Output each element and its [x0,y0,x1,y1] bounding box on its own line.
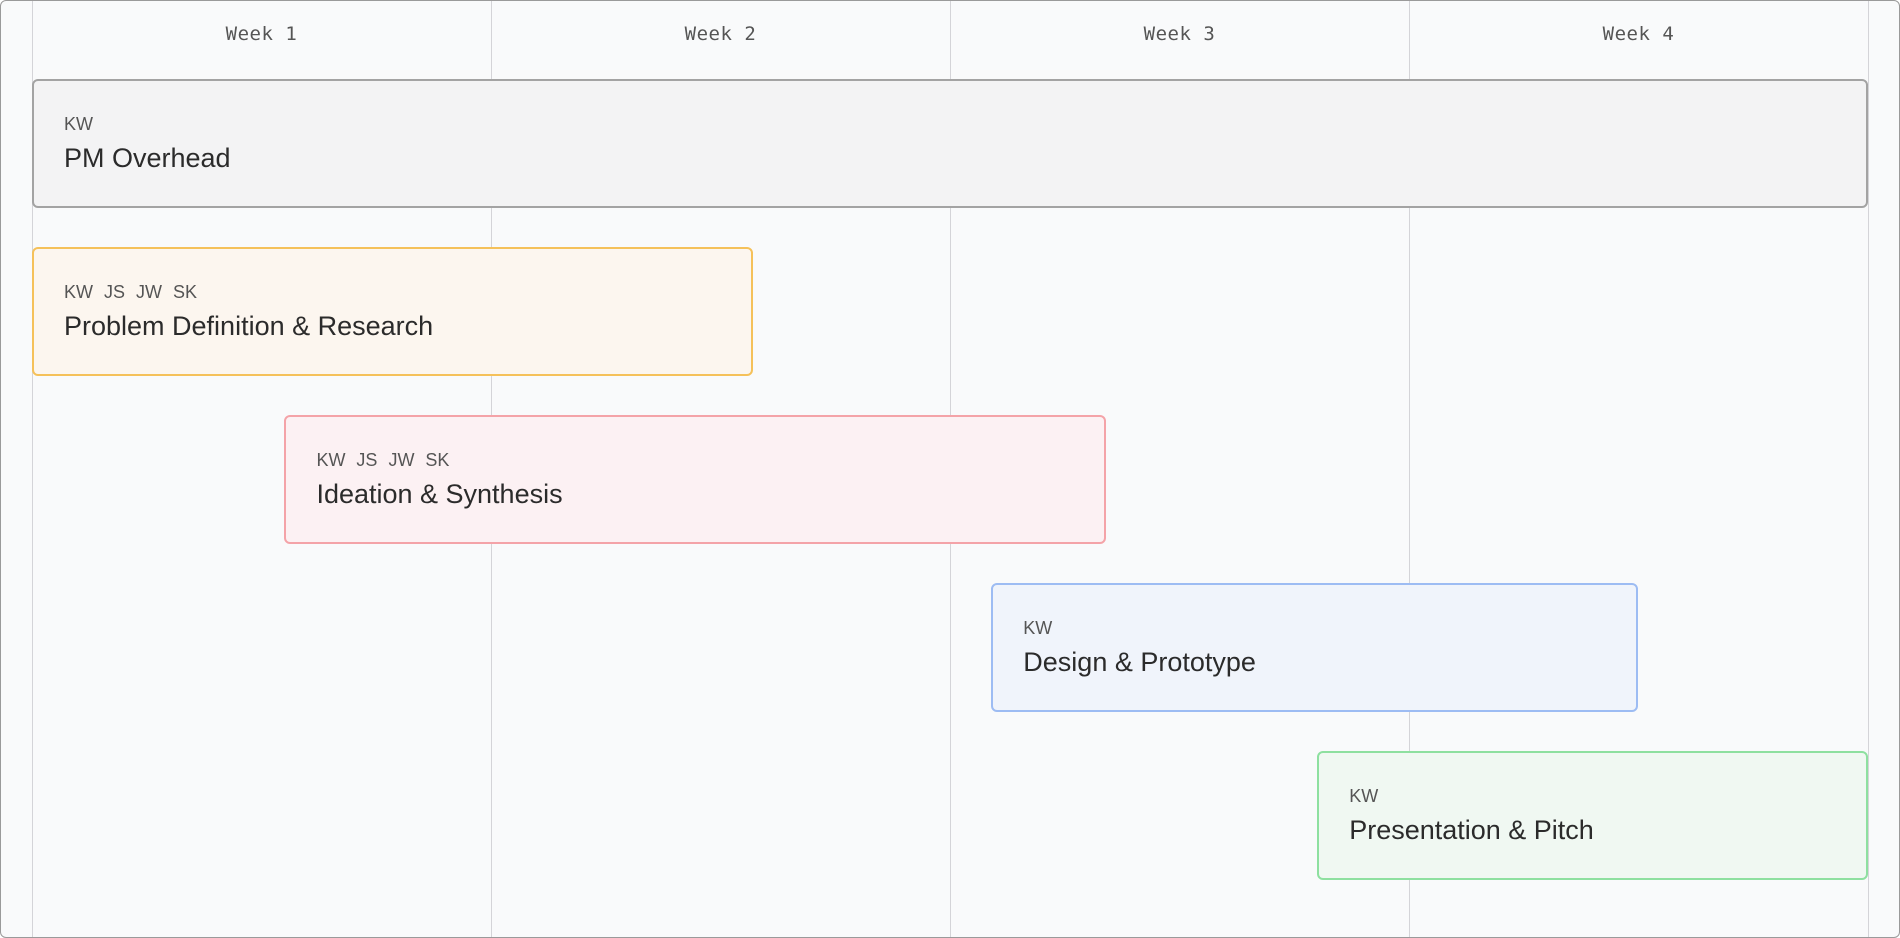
task-assignees: KW [64,114,93,134]
task-name: Ideation & Synthesis [316,479,563,509]
task-bar-presentation-pitch[interactable]: KW Presentation & Pitch [1317,751,1868,880]
task-bar-design-prototype[interactable]: KW Design & Prototype [991,583,1639,712]
gantt-chart: Week 1 Week 2 Week 3 Week 4 KW PM Overhe… [0,0,1900,938]
task-name: Problem Definition & Research [64,311,434,341]
task-name: Design & Prototype [1023,647,1256,677]
task-bar-pm-overhead[interactable]: KW PM Overhead [32,79,1868,208]
week-label-4: Week 4 [1602,23,1675,45]
task-name: Presentation & Pitch [1349,815,1594,845]
task-assignees: KW [1023,618,1053,638]
task-assignees: KW [1349,786,1379,806]
task-bar-problem-definition[interactable]: KW JS JW SK Problem Definition & Researc… [32,247,753,376]
task-assignees: KW JS JW SK [316,450,450,470]
grid-line-4 [1868,1,1869,937]
week-label-1: Week 1 [225,23,298,45]
task-assignees: KW JS JW SK [64,282,198,302]
week-label-3: Week 3 [1143,23,1216,45]
week-label-2: Week 2 [684,23,757,45]
task-name: PM Overhead [64,143,231,173]
task-bar-ideation[interactable]: KW JS JW SK Ideation & Synthesis [284,415,1107,544]
